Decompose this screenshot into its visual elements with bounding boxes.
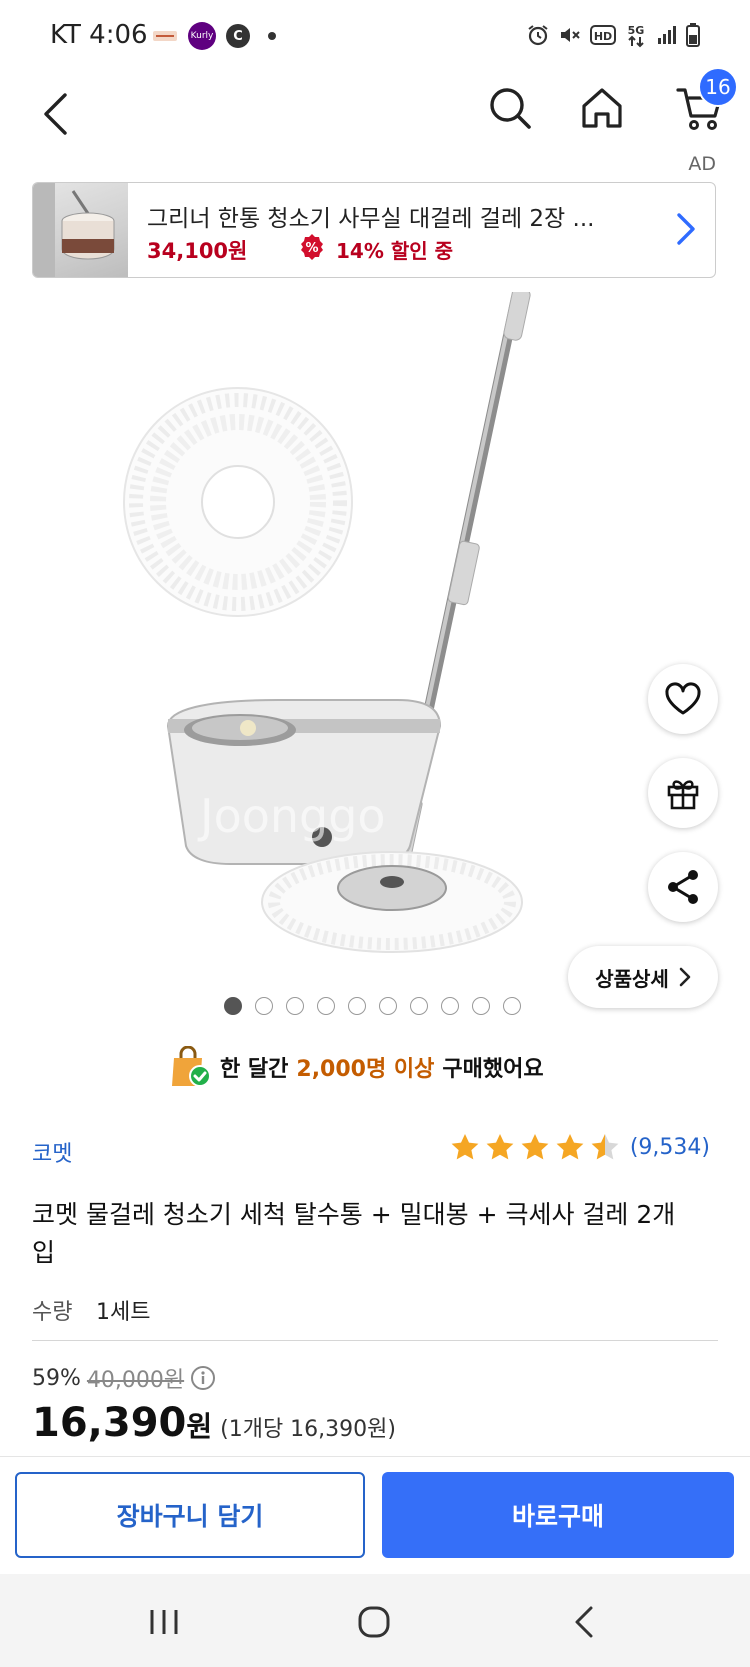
discount-badge-icon: % [301, 234, 323, 260]
wishlist-button[interactable] [648, 664, 718, 734]
proof-suffix: 구매했어요 [442, 1057, 544, 1082]
ad-banner[interactable]: 그리너 한통 청소기 사무실 대걸레 걸레 2장 ... 34,100원 % 1… [32, 182, 716, 278]
ad-product-thumbnail [33, 183, 128, 277]
alarm-icon [526, 23, 550, 51]
mop-pad-image [123, 387, 353, 617]
star-icon [521, 1134, 549, 1160]
rating-stars [449, 1132, 621, 1162]
watermark-text: Joonggo [197, 789, 386, 843]
pagination-dot[interactable] [410, 997, 428, 1015]
cart-count-badge: 16 [698, 67, 738, 107]
chevron-right-icon [679, 967, 691, 987]
product-image[interactable]: Joonggo [0, 287, 750, 1022]
purchase-proof: 한 달간 2,000명 이상 구매했어요 [168, 1046, 544, 1088]
sale-price-amount: 16,390 [32, 1400, 187, 1446]
c-icon: C [226, 24, 250, 48]
pagination-dot[interactable] [348, 997, 366, 1015]
hd-icon: HD [590, 24, 616, 50]
back-arrow-icon [575, 1606, 593, 1638]
pagination-dot[interactable] [317, 997, 335, 1015]
mop-head-image [261, 851, 523, 953]
chevron-right-icon [677, 213, 695, 245]
quantity-value: 1세트 [96, 1300, 151, 1325]
5g-icon: 5G [624, 22, 648, 52]
pagination-dot[interactable] [379, 997, 397, 1015]
sale-price: 16,390원 [32, 1400, 212, 1446]
home-icon [582, 88, 622, 128]
status-right-icons: HD 5G [526, 22, 700, 52]
quantity-label: 수량 [32, 1300, 73, 1325]
share-icon [668, 870, 698, 904]
svg-text:HD: HD [594, 30, 612, 43]
recent-apps-button[interactable] [134, 1594, 194, 1650]
svg-text:5G: 5G [628, 24, 645, 37]
product-detail-button[interactable]: 상품상세 [568, 946, 718, 1008]
dot-icon [268, 32, 276, 40]
back-button[interactable] [28, 82, 84, 146]
original-price: 40,000원 [86, 1368, 185, 1393]
pagination-dot[interactable] [441, 997, 459, 1015]
sale-price-unit: 원 [186, 1410, 213, 1443]
star-icon [556, 1134, 584, 1160]
discount-row: 59% 40,000원 [32, 1362, 216, 1394]
search-icon [490, 88, 531, 129]
top-nav [0, 72, 750, 164]
info-icon[interactable] [190, 1365, 216, 1391]
pagination-dot[interactable] [472, 997, 490, 1015]
spin-bucket-image: Joonggo [166, 699, 442, 865]
home-button[interactable] [574, 76, 630, 140]
mute-icon [558, 23, 582, 51]
star-icon [486, 1134, 514, 1160]
shopping-bag-check-icon [172, 1046, 211, 1087]
gift-button[interactable] [648, 758, 718, 828]
unit-price: (1개당 16,390원) [220, 1417, 396, 1442]
heart-icon [665, 682, 701, 715]
pagination-dot[interactable] [503, 997, 521, 1015]
system-nav-bar [0, 1574, 750, 1667]
circle-home-icon [358, 1606, 390, 1638]
recent-apps-icon [150, 1610, 178, 1634]
purchase-bar: 장바구니 담기 바로구매 [0, 1456, 750, 1574]
system-back-button[interactable] [554, 1594, 614, 1650]
search-button[interactable] [482, 76, 538, 140]
share-button[interactable] [648, 852, 718, 922]
review-count: (9,534) [629, 1134, 710, 1160]
ad-title: 그리너 한통 청소기 사무실 대걸레 걸레 2장 ... [147, 206, 595, 232]
price-row: 16,390원 (1개당 16,390원) [32, 1400, 396, 1446]
brand-link[interactable]: 코멧 [32, 1136, 72, 1168]
pagination-dot[interactable] [286, 997, 304, 1015]
divider [32, 1340, 718, 1341]
status-left-icons: Kurly C [152, 22, 276, 50]
status-time: KT 4:06 [50, 20, 148, 50]
star-icon [591, 1134, 619, 1160]
discount-rate: 59% [32, 1365, 81, 1391]
buy-now-button[interactable]: 바로구매 [382, 1472, 734, 1558]
ad-price: 34,100원 [147, 239, 248, 263]
star-icon [451, 1134, 479, 1160]
pagination-dot[interactable] [255, 997, 273, 1015]
status-bar: KT 4:06 Kurly C HD 5G [0, 0, 750, 72]
home-system-button[interactable] [344, 1594, 404, 1650]
product-title: 코멧 물걸레 청소기 세척 탈수통 + 밀대봉 + 극세사 걸레 2개입 [32, 1200, 676, 1267]
kurly-icon: Kurly [188, 22, 216, 50]
chevron-left-icon [44, 93, 67, 135]
gift-icon [667, 780, 699, 810]
battery-icon [686, 23, 700, 51]
ad-label: AD [688, 153, 716, 175]
rating-summary[interactable]: (9,534) [449, 1132, 710, 1162]
proof-prefix: 한 달간 [220, 1057, 289, 1082]
signal-icon [656, 24, 678, 50]
proof-highlight: 2,000명 이상 [296, 1057, 435, 1082]
fashion-app-icon [152, 28, 178, 44]
add-to-cart-button[interactable]: 장바구니 담기 [15, 1472, 365, 1558]
image-pagination[interactable] [224, 997, 521, 1015]
discount-symbol: % [305, 241, 318, 256]
product-detail-label: 상품상세 [595, 966, 669, 991]
ad-discount: 14% 할인 중 [336, 239, 453, 263]
pagination-dot[interactable] [224, 997, 242, 1015]
